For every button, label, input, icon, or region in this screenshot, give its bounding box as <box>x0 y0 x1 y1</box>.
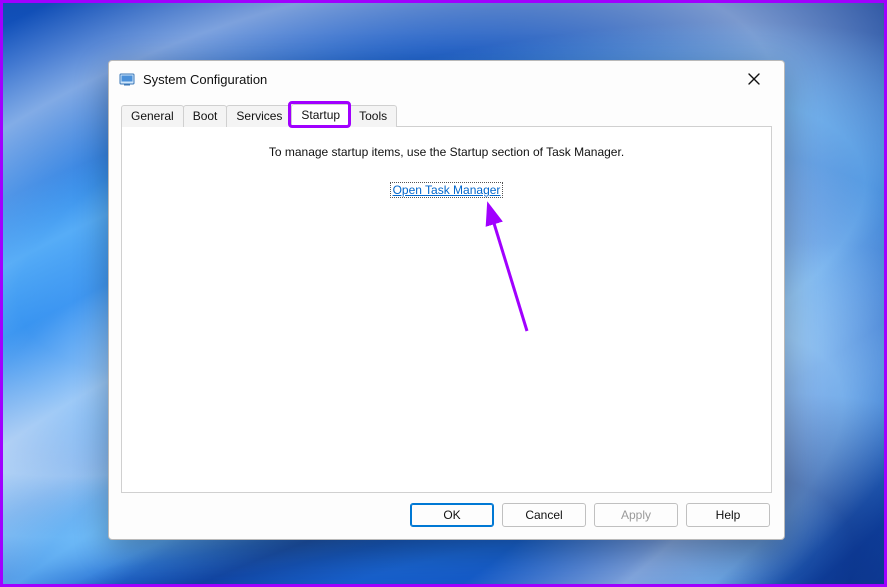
window-title: System Configuration <box>143 72 267 87</box>
tab-general[interactable]: General <box>121 105 184 127</box>
dialog-button-row: OK Cancel Apply Help <box>121 503 772 527</box>
tab-startup[interactable]: Startup <box>291 104 350 127</box>
close-icon <box>748 73 760 85</box>
titlebar: System Configuration <box>109 61 784 97</box>
startup-info-text: To manage startup items, use the Startup… <box>134 145 759 159</box>
close-button[interactable] <box>732 64 776 94</box>
client-area: General Boot Services Startup Tools To m… <box>109 97 784 539</box>
apply-button[interactable]: Apply <box>594 503 678 527</box>
ok-button[interactable]: OK <box>410 503 494 527</box>
system-configuration-window: System Configuration General Boot Servic… <box>108 60 785 540</box>
msconfig-icon <box>119 71 135 87</box>
tab-strip: General Boot Services Startup Tools <box>121 103 772 127</box>
tab-boot[interactable]: Boot <box>183 105 228 127</box>
open-task-manager-link[interactable]: Open Task Manager <box>390 182 504 198</box>
tab-tools[interactable]: Tools <box>349 105 397 127</box>
annotation-arrow-icon <box>477 201 557 341</box>
tab-services[interactable]: Services <box>226 105 292 127</box>
cancel-button[interactable]: Cancel <box>502 503 586 527</box>
startup-tabpanel: To manage startup items, use the Startup… <box>121 127 772 493</box>
help-button[interactable]: Help <box>686 503 770 527</box>
